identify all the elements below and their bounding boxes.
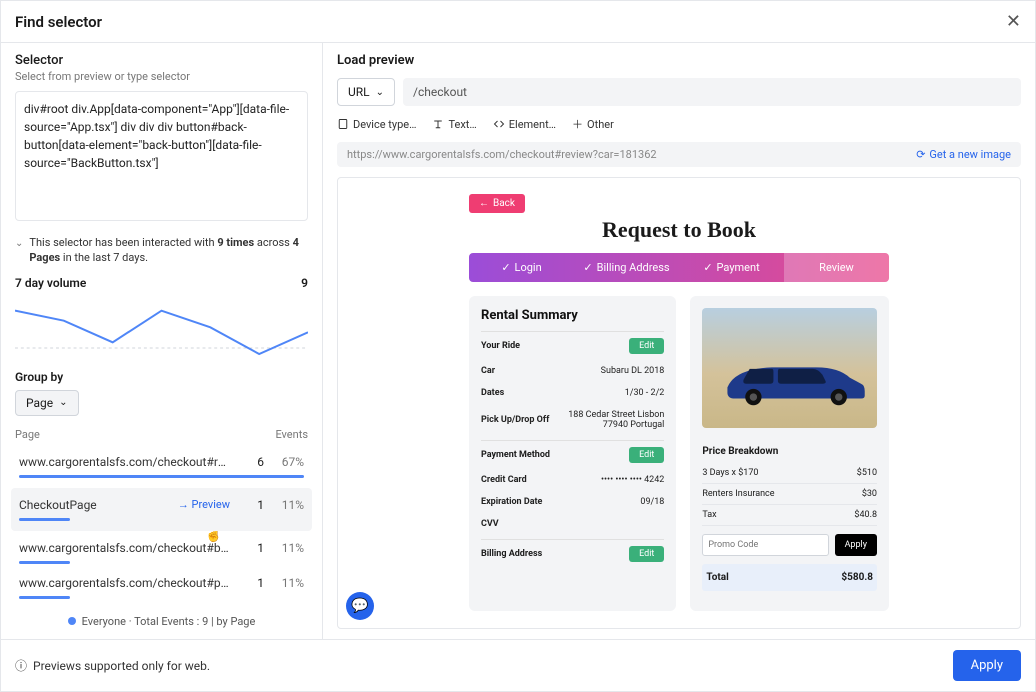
modal-title: Find selector xyxy=(15,13,102,31)
device-type-chip[interactable]: Device type… xyxy=(337,118,416,131)
plus-icon: ＋ xyxy=(572,116,583,132)
step-billing[interactable]: ✓Billing Address xyxy=(574,253,679,282)
modal-footer: ⓘ Previews supported only for web. Apply xyxy=(1,639,1035,691)
text-icon xyxy=(432,118,444,130)
groupby-label: Group by xyxy=(15,370,308,384)
preview-link[interactable]: → Preview xyxy=(178,498,230,511)
selector-stats: ⌄ This selector has been interacted with… xyxy=(15,235,308,266)
chevron-down-icon: ⌄ xyxy=(376,87,384,98)
car-icon xyxy=(720,354,868,406)
row-events: 6 xyxy=(236,455,264,469)
selector-panel: Selector Select from preview or type sel… xyxy=(1,43,323,639)
edit-billing-button[interactable]: Edit xyxy=(629,546,664,562)
check-icon: ✓ xyxy=(703,261,712,274)
row-events: 1 xyxy=(236,498,264,512)
rental-summary-card: Rental Summary Your RideEdit CarSubaru D… xyxy=(469,296,676,611)
check-icon: ✓ xyxy=(501,261,510,274)
page-row[interactable]: www.cargorentalsfs.com/checkout#review 66… xyxy=(15,449,308,484)
promo-apply-button[interactable]: Apply xyxy=(835,534,877,556)
row-pct: 11% xyxy=(270,498,304,512)
close-icon[interactable]: ✕ xyxy=(1006,11,1021,32)
refresh-icon: ⟳ xyxy=(916,148,925,161)
edit-ride-button[interactable]: Edit xyxy=(629,338,664,354)
row-events: 1 xyxy=(236,576,264,590)
row-pct: 11% xyxy=(270,541,304,555)
info-icon: ⓘ xyxy=(15,657,27,674)
volume-value: 9 xyxy=(301,276,308,290)
chevron-down-icon[interactable]: ⌄ xyxy=(15,237,23,251)
volume-chart xyxy=(15,296,308,360)
checkout-steps: ✓Login ✓Billing Address ✓Payment Review xyxy=(469,253,889,282)
selector-label: Selector xyxy=(15,53,308,68)
chat-fab[interactable]: 💬 xyxy=(346,592,374,620)
promo-input[interactable] xyxy=(702,534,828,556)
element-chip[interactable]: Element… xyxy=(493,118,556,131)
page-row[interactable]: www.cargorentalsfs.com/checkout#billing 1… xyxy=(15,535,308,570)
modal-body: Selector Select from preview or type sel… xyxy=(1,43,1035,639)
step-review[interactable]: Review xyxy=(784,253,889,282)
device-icon xyxy=(337,118,349,130)
row-pct: 11% xyxy=(270,576,304,590)
arrow-left-icon: ← xyxy=(479,198,489,209)
row-pct: 67% xyxy=(270,455,304,469)
page-url: CheckoutPage xyxy=(19,498,172,512)
apply-button[interactable]: Apply xyxy=(953,650,1021,681)
page-url: www.cargorentalsfs.com/checkout#billing xyxy=(19,541,230,555)
get-new-image-button[interactable]: ⟳ Get a new image xyxy=(916,148,1011,161)
step-login[interactable]: ✓Login xyxy=(469,253,574,282)
legend-dot-icon xyxy=(68,617,76,625)
chevron-down-icon: ⌄ xyxy=(59,397,67,408)
step-payment[interactable]: ✓Payment xyxy=(679,253,784,282)
url-mode-select[interactable]: URL ⌄ xyxy=(337,78,395,106)
address-bar: https://www.cargorentalsfs.com/checkout#… xyxy=(337,142,1021,167)
preview-frame: 💬 ←Back Request to Book ✓Login ✓Billing … xyxy=(337,177,1021,629)
back-button[interactable]: ←Back xyxy=(469,194,525,213)
page-url: www.cargorentalsfs.com/checkout#review xyxy=(19,455,230,469)
preview-panel: Load preview URL ⌄ Device type… Text… El… xyxy=(323,43,1035,639)
url-path-input[interactable] xyxy=(403,78,1021,106)
chart-legend: Everyone · Total Events : 9 | by Page xyxy=(15,605,308,638)
col-page: Page xyxy=(15,428,40,441)
page-row[interactable]: CheckoutPage → Preview 1 11% xyxy=(11,488,312,531)
edit-payment-button[interactable]: Edit xyxy=(629,447,664,463)
groupby-select[interactable]: Page ⌄ xyxy=(15,390,79,416)
page-url: www.cargorentalsfs.com/checkout#payment xyxy=(19,576,230,590)
preview-url: https://www.cargorentalsfs.com/checkout#… xyxy=(347,148,906,161)
check-icon: ✓ xyxy=(583,261,592,274)
col-events: Events xyxy=(275,428,308,441)
volume-label: 7 day volume xyxy=(15,276,86,290)
text-chip[interactable]: Text… xyxy=(432,118,476,131)
page-rows: ☝ www.cargorentalsfs.com/checkout#review… xyxy=(15,449,308,605)
selector-input[interactable]: div#root div.App[data-component="App"][d… xyxy=(15,91,308,221)
car-image xyxy=(702,308,877,428)
page-title: Request to Book xyxy=(469,217,889,243)
selector-hint: Select from preview or type selector xyxy=(15,70,308,83)
row-events: 1 xyxy=(236,541,264,555)
load-preview-label: Load preview xyxy=(337,53,1021,68)
code-icon xyxy=(493,118,505,130)
price-card: Price Breakdown 3 Days x $170$510 Renter… xyxy=(690,296,889,611)
modal-header: Find selector ✕ xyxy=(1,1,1035,43)
other-chip[interactable]: ＋Other xyxy=(572,116,614,132)
chat-icon: 💬 xyxy=(351,598,368,614)
page-row[interactable]: www.cargorentalsfs.com/checkout#payment 1… xyxy=(15,570,308,605)
